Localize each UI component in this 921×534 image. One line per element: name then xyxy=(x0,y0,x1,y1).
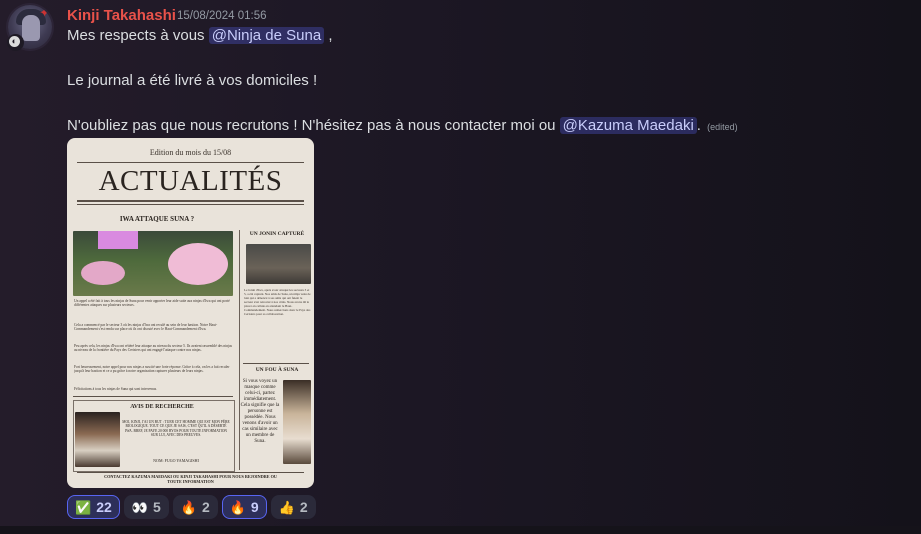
masked-person-image xyxy=(283,380,311,464)
message-line-3: N'oubliez pas que nous recrutons ! N'hés… xyxy=(67,117,738,134)
divider xyxy=(77,200,304,202)
chat-message: ✦ ◐ Kinji Takahashi 15/08/2024 01:56 Mes… xyxy=(0,0,921,534)
eyes-icon: 👀 xyxy=(131,499,148,515)
wanted-text: MOI, KINJI, J'AI UN BUT : TUER CET HOMME… xyxy=(122,420,230,438)
side-headline-2: UN FOU À SUNA xyxy=(255,367,299,373)
message-line-1: Mes respects à vous @Ninja de Suna , xyxy=(67,27,333,44)
role-mention-ninja-de-suna[interactable]: @Ninja de Suna xyxy=(208,27,325,44)
message-text: N'oubliez pas que nous recrutons ! N'hés… xyxy=(67,117,560,134)
sky-patch xyxy=(98,231,138,249)
main-headline: IWA ATTAQUE SUNA ? xyxy=(119,215,195,223)
article-paragraph: Un appel a été fait à tous les ninjas de… xyxy=(74,299,230,308)
cherry-tree xyxy=(81,261,125,285)
edited-label: (edited) xyxy=(707,122,738,132)
message-text-suffix: , xyxy=(324,27,333,44)
reaction-check[interactable]: ✅ 22 xyxy=(67,495,120,519)
article-paragraph: Cela a commencé par le secteur 3 où les … xyxy=(74,323,218,332)
battle-scene-image xyxy=(73,231,233,296)
wanted-headline: AVIS DE RECHERCHE xyxy=(130,404,194,410)
newspaper-footer: CONTACTEZ KAZUMA MAEDAKI OU KINJI TAKAHA… xyxy=(104,474,277,484)
jonin-capture-image xyxy=(246,244,311,284)
article-paragraph: Félicitations à tous les ninjas de Suna … xyxy=(74,387,158,391)
reaction-count: 2 xyxy=(299,499,308,515)
message-timestamp[interactable]: 15/08/2024 01:56 xyxy=(177,10,267,22)
reactions-bar: ✅ 22 👀 5 🔥 2 🔥 9 👍 2 xyxy=(67,495,316,519)
divider xyxy=(77,204,304,205)
divider xyxy=(77,162,304,163)
reaction-count: 2 xyxy=(201,499,210,515)
check-mark-icon: ✅ xyxy=(75,499,92,515)
bottom-bar xyxy=(0,526,921,534)
reaction-fire-2[interactable]: 🔥 9 xyxy=(221,495,267,519)
reaction-count: 22 xyxy=(96,499,112,515)
user-mention-kazuma-maedaki[interactable]: @Kazuma Maedaki xyxy=(559,117,697,134)
newspaper-edition: Edition du mois du 15/08 xyxy=(149,148,232,157)
article-paragraph: Fort heureusement, notre appel pour nos … xyxy=(74,365,230,374)
divider xyxy=(243,363,309,364)
reaction-thumbs-up[interactable]: 👍 2 xyxy=(270,495,316,519)
thumbs-up-icon: 👍 xyxy=(278,499,295,515)
fire-icon: 🔥 xyxy=(180,499,197,515)
avatar-emblem-icon: ✦ xyxy=(39,5,50,20)
side-article-2: Si vous voyez un masque comme celui-ci, … xyxy=(240,379,280,444)
image-attachment-newspaper[interactable]: Edition du mois du 15/08 ACTUALITÉS IWA … xyxy=(67,138,314,488)
avatar-face xyxy=(22,15,40,41)
author-name[interactable]: Kinji Takahashi xyxy=(67,7,176,24)
message-text-suffix: . xyxy=(696,117,701,134)
side-article-1: Le Jonin d'Iwa, après avoir attaqué les … xyxy=(244,288,311,316)
fire-icon: 🔥 xyxy=(229,499,246,515)
wanted-person-image xyxy=(75,412,120,467)
reaction-fire[interactable]: 🔥 2 xyxy=(172,495,218,519)
divider xyxy=(77,472,304,473)
message-text: Mes respects à vous xyxy=(67,27,209,44)
side-headline-1: UN JONIN CAPTURÉ xyxy=(249,231,305,237)
message-line-2: Le journal a été livré à vos domiciles ! xyxy=(67,72,318,89)
idle-icon: ◐ xyxy=(9,36,20,47)
divider xyxy=(73,396,233,397)
status-indicator: ◐ xyxy=(7,34,24,51)
reaction-count: 5 xyxy=(152,499,161,515)
newspaper-title: ACTUALITÉS xyxy=(98,165,283,197)
wanted-name: NOM: FUGO YAMAGISHI xyxy=(153,458,199,463)
reaction-eyes[interactable]: 👀 5 xyxy=(123,495,169,519)
article-paragraph: Peu après cela, les ninjas d'Iwa ont réi… xyxy=(74,344,233,353)
cherry-tree xyxy=(168,243,228,285)
reaction-count: 9 xyxy=(250,499,259,515)
